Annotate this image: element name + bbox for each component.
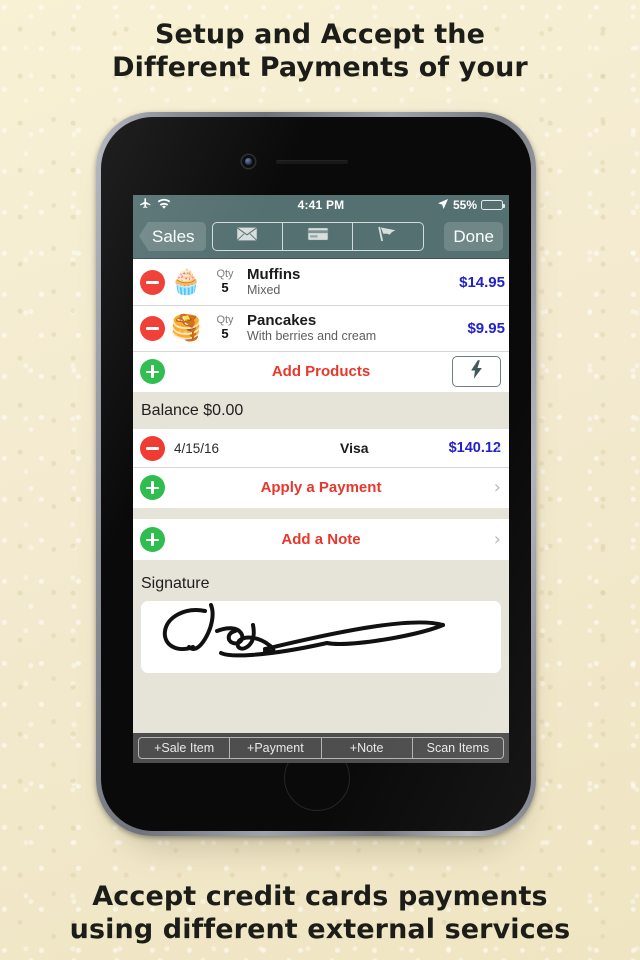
apply-payment-row[interactable]: Apply a Payment › bbox=[133, 467, 509, 508]
location-arrow-icon bbox=[437, 198, 449, 213]
phone-screen: 4:41 PM 55% Sales Done 🧁 Qty 5 Muffins M… bbox=[133, 195, 509, 763]
delete-item-button[interactable] bbox=[140, 269, 165, 295]
chevron-right-icon: › bbox=[493, 476, 501, 498]
signature-ink bbox=[162, 603, 445, 658]
top-caption-line-1: Setup and Accept the bbox=[154, 19, 486, 50]
toolbar-add-payment-button[interactable]: +Payment bbox=[230, 738, 322, 758]
flag-icon bbox=[377, 225, 399, 248]
payment-row[interactable]: 4/15/16 Visa $140.12 › bbox=[133, 429, 509, 467]
chevron-right-icon: › bbox=[495, 438, 501, 457]
payment-date: 4/15/16 bbox=[174, 440, 220, 456]
signature-header: Signature bbox=[133, 567, 509, 601]
top-caption: Setup and Accept the Different Payments … bbox=[0, 18, 640, 84]
quantity-column: Qty 5 bbox=[208, 268, 242, 296]
front-camera-icon bbox=[242, 155, 255, 168]
pancake-image: 🥞 bbox=[170, 313, 202, 342]
toolbar-button-group: +Sale Item +Payment +Note Scan Items bbox=[138, 737, 504, 759]
item-price: $9.95 bbox=[467, 319, 505, 337]
credit-card-icon bbox=[306, 226, 329, 247]
segment-flag[interactable] bbox=[353, 223, 422, 250]
segment-credit-card[interactable] bbox=[283, 223, 354, 250]
section-gap bbox=[133, 560, 509, 567]
quantity-column: Qty 5 bbox=[208, 314, 242, 342]
add-note-row[interactable]: Add a Note › bbox=[133, 519, 509, 560]
back-button-label: Sales bbox=[152, 226, 195, 246]
apply-payment-button[interactable] bbox=[140, 475, 165, 500]
item-title: Pancakes bbox=[247, 311, 317, 329]
add-note-button[interactable] bbox=[140, 527, 165, 552]
bottom-caption-line-1: Accept credit cards payments bbox=[92, 881, 548, 912]
chevron-right-icon: › bbox=[493, 528, 501, 550]
item-price: $14.95 bbox=[459, 273, 505, 291]
sale-detail-content: 🧁 Qty 5 Muffins Mixed $14.95 🥞 Qty 5 Pan… bbox=[133, 259, 509, 763]
segmented-control[interactable] bbox=[211, 222, 424, 251]
lightning-bolt-icon bbox=[470, 359, 483, 384]
signature-pad[interactable] bbox=[141, 601, 501, 673]
item-subtitle: With berries and cream bbox=[247, 329, 377, 344]
qty-label: Qty bbox=[216, 314, 234, 327]
table-row[interactable]: 🥞 Qty 5 Pancakes With berries and cream … bbox=[133, 305, 509, 351]
earpiece-speaker bbox=[276, 160, 348, 164]
section-gap bbox=[133, 508, 509, 519]
delete-item-button[interactable] bbox=[140, 315, 165, 341]
navigation-bar: Sales Done bbox=[133, 215, 509, 259]
battery-percent-label: 55% bbox=[452, 198, 477, 212]
payment-type: Visa bbox=[340, 440, 369, 456]
qty-value: 5 bbox=[221, 325, 229, 341]
quick-add-button[interactable] bbox=[452, 356, 501, 387]
muffin-image: 🧁 bbox=[170, 267, 202, 296]
bottom-caption: Accept credit cards payments using diffe… bbox=[0, 880, 640, 946]
segment-email[interactable] bbox=[213, 223, 283, 250]
top-caption-line-2: Different Payments of your bbox=[112, 52, 528, 83]
item-text-block: Pancakes With berries and cream bbox=[247, 312, 467, 344]
toolbar-add-sale-item-button[interactable]: +Sale Item bbox=[139, 738, 231, 758]
back-button-sales[interactable]: Sales bbox=[139, 222, 206, 251]
done-button-label: Done bbox=[453, 226, 494, 246]
payment-amount: $140.12 bbox=[448, 440, 501, 456]
phone-body: 4:41 PM 55% Sales Done 🧁 Qty 5 Muffins M… bbox=[101, 117, 531, 831]
bottom-toolbar: +Sale Item +Payment +Note Scan Items bbox=[133, 733, 509, 763]
table-row[interactable]: 🧁 Qty 5 Muffins Mixed $14.95 bbox=[133, 259, 509, 305]
phone-device-frame: 4:41 PM 55% Sales Done 🧁 Qty 5 Muffins M… bbox=[96, 112, 536, 836]
item-text-block: Muffins Mixed bbox=[247, 266, 459, 298]
delete-payment-button[interactable] bbox=[140, 435, 165, 461]
battery-icon bbox=[481, 200, 506, 210]
bottom-caption-line-2: using different external services bbox=[69, 914, 571, 945]
done-button[interactable]: Done bbox=[444, 222, 503, 251]
apply-payment-label: Apply a Payment bbox=[260, 479, 382, 496]
add-products-row[interactable]: Add Products bbox=[133, 351, 509, 392]
toolbar-add-note-button[interactable]: +Note bbox=[322, 738, 413, 758]
status-bar: 4:41 PM 55% bbox=[133, 195, 509, 215]
add-products-button[interactable] bbox=[140, 359, 165, 384]
item-title: Muffins bbox=[247, 265, 301, 283]
envelope-icon bbox=[236, 226, 258, 247]
add-note-label: Add a Note bbox=[281, 531, 361, 548]
qty-label: Qty bbox=[216, 268, 234, 281]
toolbar-scan-items-button[interactable]: Scan Items bbox=[413, 738, 503, 758]
qty-value: 5 bbox=[221, 279, 229, 295]
balance-header: Balance $0.00 bbox=[133, 392, 509, 429]
item-subtitle: Mixed bbox=[247, 283, 281, 298]
